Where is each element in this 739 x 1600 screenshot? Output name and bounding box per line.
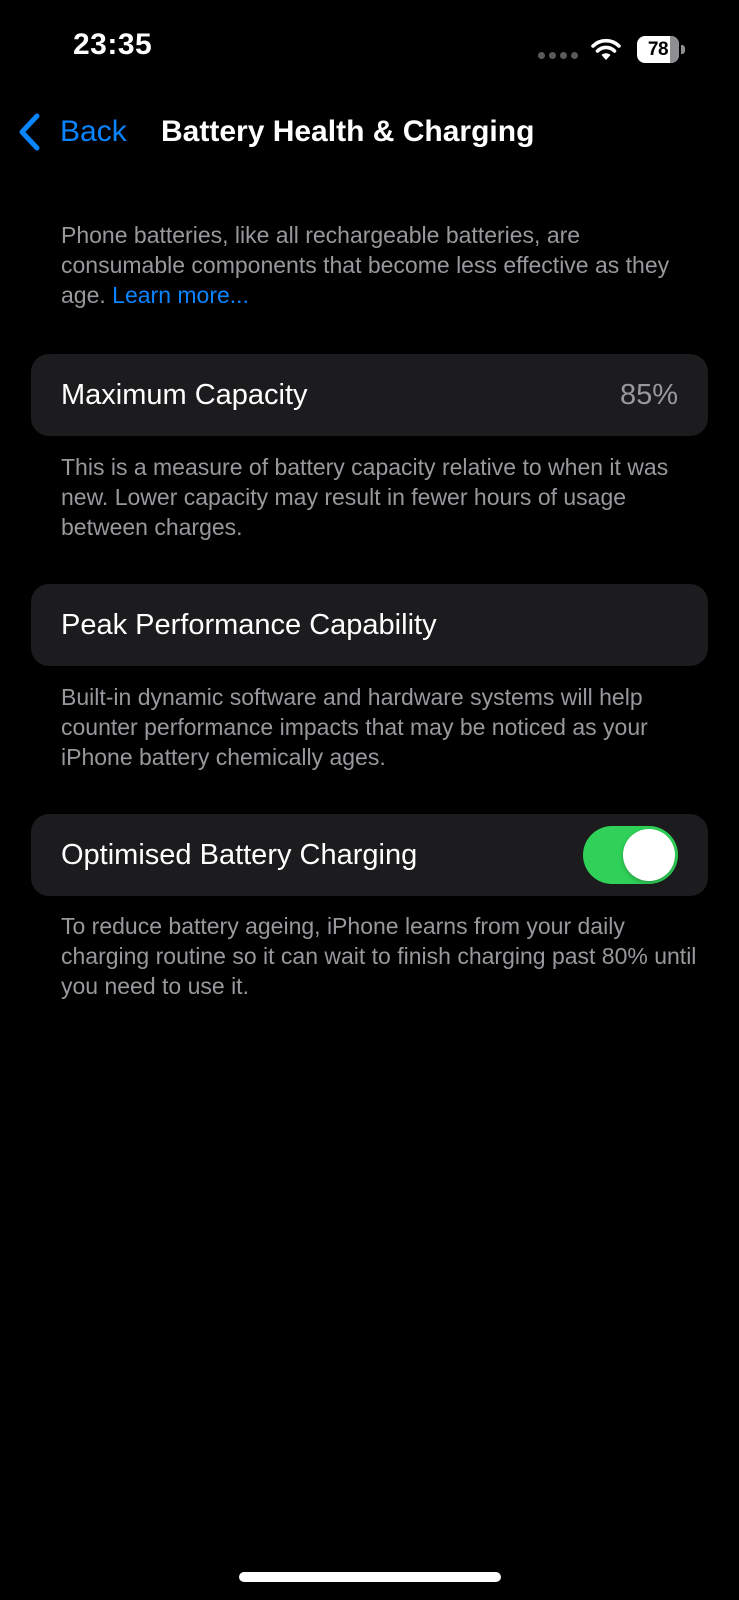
toggle-knob <box>623 829 675 881</box>
intro-text: Phone batteries, like all rechargeable b… <box>61 220 701 310</box>
home-indicator[interactable] <box>239 1572 501 1582</box>
signal-dots-icon <box>538 52 578 59</box>
optimised-charging-toggle[interactable] <box>583 826 678 884</box>
page-title: Battery Health & Charging <box>161 115 535 148</box>
maximum-capacity-value: 85% <box>619 379 678 411</box>
maximum-capacity-footnote: This is a measure of battery capacity re… <box>61 454 669 540</box>
maximum-capacity-label: Maximum Capacity <box>61 379 308 411</box>
status-time: 23:35 <box>73 28 153 61</box>
back-button[interactable]: Back <box>16 112 127 152</box>
peak-performance-label: Peak Performance Capability <box>61 609 437 641</box>
wifi-icon <box>591 38 621 60</box>
peak-performance-footnote: Built-in dynamic software and hardware s… <box>61 684 648 770</box>
status-bar: 23:35 78 <box>0 0 739 100</box>
optimised-charging-label: Optimised Battery Charging <box>61 839 418 871</box>
peak-performance-row[interactable]: Peak Performance Capability <box>31 584 708 666</box>
chevron-left-icon <box>19 113 40 151</box>
optimised-charging-footnote: To reduce battery ageing, iPhone learns … <box>61 913 697 999</box>
optimised-charging-row: Optimised Battery Charging <box>31 814 708 896</box>
battery-level: 78 <box>647 38 669 60</box>
learn-more-link[interactable]: Learn more... <box>112 282 249 308</box>
maximum-capacity-row: Maximum Capacity 85% <box>31 354 708 436</box>
navigation-bar: Back Battery Health & Charging <box>0 100 739 164</box>
back-label: Back <box>60 115 127 148</box>
battery-icon: 78 <box>637 36 685 63</box>
